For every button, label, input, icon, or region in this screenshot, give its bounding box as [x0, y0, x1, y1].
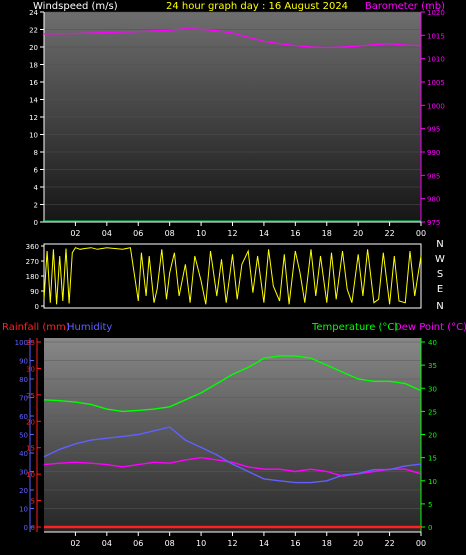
x-tick-label: 18: [322, 229, 332, 238]
temperature-axis-title: Temperature (°C): [311, 322, 398, 333]
windspeed-tick-label: 16: [29, 79, 38, 87]
x-tick-label: 10: [196, 539, 206, 548]
humidity-tick-label: 10: [19, 506, 28, 514]
temperature-tick-label: 20: [428, 432, 437, 440]
windspeed-tick-label: 12: [29, 114, 38, 122]
graph-title: 24 hour graph day : 16 August 2024: [166, 1, 348, 12]
temperature-tick-label: 10: [428, 478, 437, 486]
x-tick-label: 02: [70, 229, 80, 238]
x-tick-label: 04: [102, 229, 112, 238]
x-tick-label: 16: [290, 539, 300, 548]
direction-tick-label: 360: [26, 243, 39, 251]
wind-baro-x-axis: 02 04 06 08 10 12 14 16 18 20 22 00: [44, 221, 426, 238]
x-tick-label: 08: [165, 229, 175, 238]
x-tick-label: 04: [102, 539, 112, 548]
temperature-tick-label: 0: [428, 524, 432, 532]
temperature-tick-label: 25: [428, 408, 437, 416]
windspeed-tick-label: 24: [29, 9, 38, 17]
rainfall-tick-label: 10: [26, 471, 35, 479]
windspeed-tick-label: 4: [34, 184, 39, 192]
windspeed-tick-label: 6: [34, 167, 39, 175]
rainfall-axis-title: Rainfall (mm): [2, 322, 70, 333]
barometer-tick-label: 980: [427, 196, 440, 204]
x-tick-label: 06: [133, 539, 143, 548]
x-tick-label: 06: [133, 229, 143, 238]
windspeed-tick-label: 20: [29, 44, 38, 52]
rainfall-tick-label: 25: [26, 392, 35, 400]
windspeed-tick-label: 22: [29, 27, 38, 35]
windspeed-tick-label: 18: [29, 62, 38, 70]
x-tick-label: 00: [416, 539, 426, 548]
temperature-tick-label: 5: [428, 501, 432, 509]
direction-tick-label: 90: [30, 288, 39, 296]
direction-label-n: N: [436, 301, 443, 312]
rainfall-tick-label: 15: [26, 445, 35, 453]
barometer-tick-label: 1000: [427, 102, 445, 110]
temperature-tick-label: 40: [428, 339, 437, 347]
windspeed-tick-label: 0: [34, 219, 38, 227]
rainfall-tick-label: 20: [26, 418, 35, 426]
barometer-tick-label: 985: [427, 172, 440, 180]
temperature-tick-label: 15: [428, 455, 437, 463]
rainfall-tick-label: 5: [31, 498, 35, 506]
barometer-tick-label: 995: [427, 126, 440, 134]
barometer-tick-label: 1010: [427, 56, 445, 64]
rainfall-tick-label: 30: [26, 365, 35, 373]
barometer-tick-label: 975: [427, 219, 440, 227]
rainfall-tick-label: 35: [26, 339, 35, 347]
humidity-tick-label: 50: [19, 432, 28, 440]
humidity-axis-title: Humidity: [67, 322, 112, 333]
rainfall-tick-label: 0: [31, 524, 35, 532]
barometer-tick-label: 1015: [427, 32, 445, 40]
x-tick-label: 00: [416, 229, 426, 238]
windspeed-tick-label: 8: [34, 149, 38, 157]
direction-label-n: N: [436, 239, 443, 250]
x-tick-label: 14: [259, 229, 269, 238]
x-tick-label: 12: [227, 539, 237, 548]
direction-label-s: S: [437, 269, 443, 280]
temperature-tick-label: 35: [428, 362, 437, 370]
rainfall-axis: 0 5 10 15 20 25 30 35: [26, 339, 41, 532]
dewpoint-axis-title: Dew Point (°C): [394, 322, 466, 333]
x-tick-label: 18: [322, 539, 332, 548]
windspeed-tick-label: 14: [29, 97, 38, 105]
direction-tick-label: 0: [35, 303, 39, 311]
barometer-tick-label: 1020: [427, 9, 445, 17]
x-tick-label: 22: [384, 539, 394, 548]
windspeed-axis: 024681012141618202224: [29, 9, 45, 227]
weather-graph: Windspeed (m/s) 24 hour graph day : 16 A…: [2, 1, 466, 548]
temperature-tick-label: 30: [428, 385, 437, 393]
x-tick-label: 16: [290, 229, 300, 238]
x-tick-label: 14: [259, 539, 269, 548]
humidity-tick-label: 90: [19, 358, 28, 366]
x-tick-label: 02: [70, 539, 80, 548]
temperature-axis: 0 5 10 15 20 25 30 35 40: [420, 338, 437, 532]
x-tick-label: 08: [165, 539, 175, 548]
barometer-tick-label: 990: [427, 149, 440, 157]
direction-tick-label: 270: [26, 258, 39, 266]
direction-label-w: W: [435, 254, 445, 265]
humidity-tick-label: 20: [19, 487, 28, 495]
windspeed-tick-label: 10: [29, 132, 38, 140]
windspeed-tick-label: 2: [34, 202, 38, 210]
direction-compass-labels: NWSEN: [435, 239, 445, 312]
direction-tick-label: 180: [26, 273, 39, 281]
x-tick-label: 20: [353, 539, 363, 548]
humidity-tick-label: 80: [19, 376, 28, 384]
windspeed-axis-title: Windspeed (m/s): [33, 1, 118, 12]
barometer-tick-label: 1005: [427, 79, 445, 87]
humidity-tick-label: 0: [24, 524, 28, 532]
temp-hum-x-axis: 02 04 06 08 10 12 14 16 18 20 22 00: [44, 531, 426, 548]
barometer-axis: 975 980 985 990 995 1000 1005 1010 1015 1020: [420, 9, 445, 227]
temp-hum-plot-area: [44, 338, 421, 532]
x-tick-label: 10: [196, 229, 206, 238]
direction-label-e: E: [437, 284, 443, 295]
direction-axis: 0 90 180 270 360: [26, 243, 44, 311]
x-tick-label: 12: [227, 229, 237, 238]
x-tick-label: 22: [384, 229, 394, 238]
x-tick-label: 20: [353, 229, 363, 238]
